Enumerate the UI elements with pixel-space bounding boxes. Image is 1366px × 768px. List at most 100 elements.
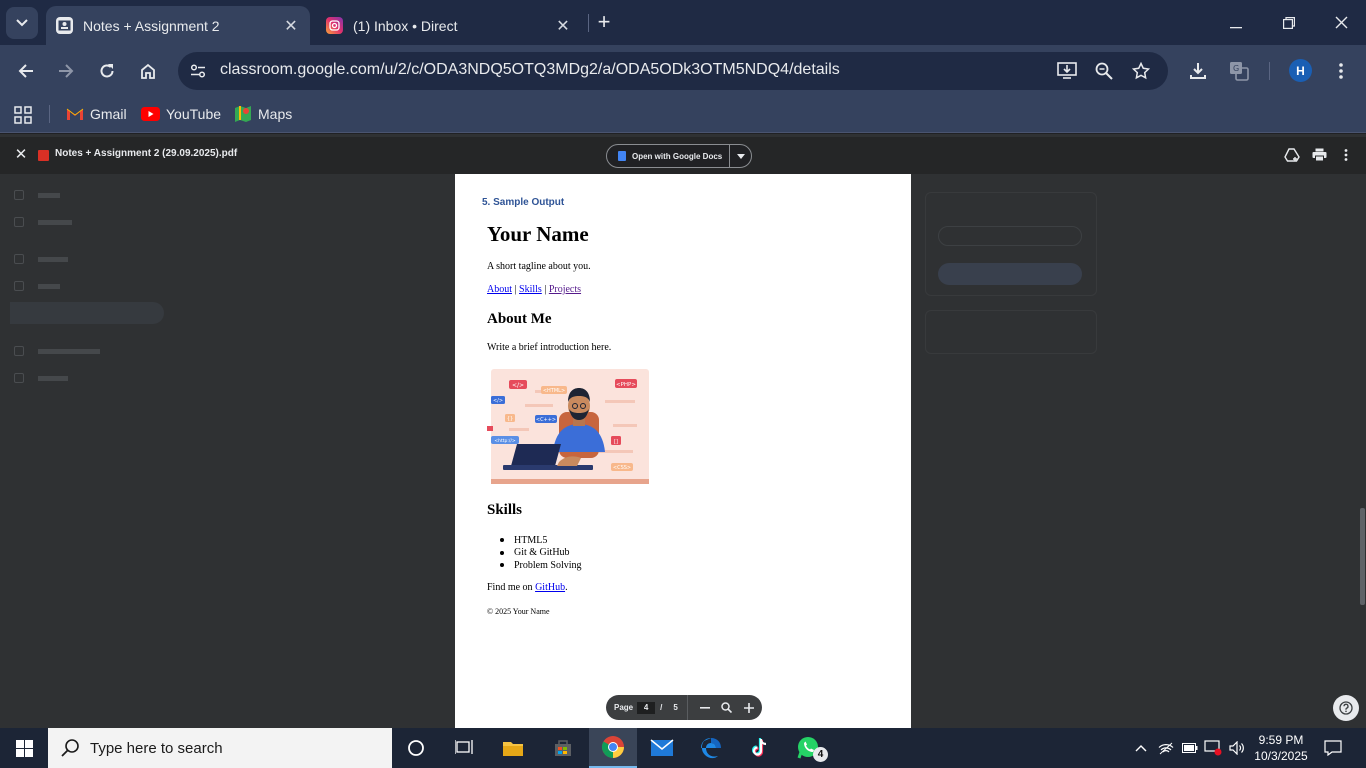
page-heading: Your Name <box>487 222 589 246</box>
file-explorer-icon[interactable] <box>489 728 537 768</box>
nav-separator: | <box>514 284 517 295</box>
chevron-down-icon <box>16 19 28 27</box>
current-page-input[interactable]: 4 <box>637 701 656 714</box>
bookmark-maps[interactable]: Maps <box>234 106 292 122</box>
skill-text: Git & GitHub <box>514 547 570 559</box>
skill-text: HTML5 <box>514 534 548 546</box>
tab-title: Notes + Assignment 2 <box>83 17 220 34</box>
site-info-icon[interactable] <box>186 60 210 82</box>
volume-icon[interactable] <box>1227 738 1247 758</box>
add-to-drive-icon[interactable] <box>1284 147 1300 163</box>
skills-heading: Skills <box>487 502 523 518</box>
tab-classroom[interactable]: Notes + Assignment 2 ✕ <box>46 6 310 45</box>
wifi-icon[interactable] <box>1156 738 1176 758</box>
zoom-icon[interactable] <box>1091 58 1117 84</box>
pdf-page: 5. Sample Output Your Name A short tagli… <box>455 174 911 728</box>
youtube-icon <box>141 107 160 121</box>
show-hidden-icons-chevron[interactable] <box>1131 738 1151 758</box>
close-tab-icon[interactable]: ✕ <box>554 16 572 36</box>
backdrop-card <box>925 310 1097 354</box>
task-view-icon[interactable] <box>440 728 488 768</box>
bookmark-label: Maps <box>258 106 293 122</box>
mail-icon[interactable] <box>638 728 686 768</box>
translate-icon[interactable]: G <box>1225 57 1253 85</box>
list-item: HTML5 <box>500 534 582 547</box>
zoom-in-icon[interactable] <box>738 697 760 719</box>
taskbar-search-box[interactable]: Type here to search <box>48 728 392 768</box>
link-projects[interactable]: Projects <box>549 284 581 295</box>
backdrop-nav-item <box>14 373 68 383</box>
bookmarks-bar: Gmail YouTube Maps <box>0 97 1366 133</box>
classroom-icon <box>56 17 73 34</box>
apps-grid-icon[interactable] <box>14 106 32 124</box>
link-about[interactable]: About <box>487 284 512 295</box>
bookmark-label: Gmail <box>90 106 127 122</box>
bookmark-gmail[interactable]: Gmail <box>66 106 127 122</box>
search-placeholder: Type here to search <box>90 739 223 757</box>
windows-start-icon[interactable] <box>0 728 48 768</box>
nav-links: About | Skills | Projects <box>487 284 581 295</box>
github-link[interactable]: GitHub <box>535 582 565 593</box>
total-pages: 5 <box>673 703 678 712</box>
help-icon[interactable] <box>1333 695 1359 721</box>
print-icon[interactable] <box>1311 147 1327 163</box>
reload-icon[interactable] <box>93 57 121 85</box>
svg-text:G: G <box>1233 64 1239 73</box>
skill-text: Problem Solving <box>514 559 582 571</box>
illustration-tag: <HTML> <box>543 388 565 394</box>
zoom-out-icon[interactable] <box>694 697 716 719</box>
new-tab-button[interactable]: + <box>594 11 614 35</box>
bookmark-label: YouTube <box>166 106 222 122</box>
downloads-icon[interactable] <box>1184 57 1212 85</box>
developer-illustration: </> <HTML> <PHP> </> <C++> <http://> {} … <box>487 369 649 484</box>
restore-icon[interactable] <box>1274 9 1304 37</box>
list-item: Problem Solving <box>500 559 582 572</box>
forward-icon[interactable] <box>52 57 80 85</box>
bullet-icon <box>500 550 504 555</box>
instagram-icon <box>326 17 343 34</box>
illustration-tag: <PHP> <box>616 382 636 388</box>
tab-title: (1) Inbox • Direct <box>353 17 458 34</box>
notification-center-icon[interactable] <box>1320 737 1346 759</box>
back-icon[interactable] <box>12 57 40 85</box>
bookmark-divider <box>49 105 50 123</box>
backdrop-nav-item <box>14 190 60 200</box>
scrollbar-thumb[interactable] <box>1360 508 1365 605</box>
home-icon[interactable] <box>134 57 162 85</box>
find-me-prefix: Find me on <box>487 582 533 593</box>
minimize-icon[interactable] <box>1221 9 1251 37</box>
address-bar[interactable]: classroom.google.com/u/2/c/ODA3NDQ5OTQ3M… <box>178 52 1168 90</box>
page-label: Page <box>614 703 634 712</box>
bookmark-star-icon[interactable] <box>1128 58 1154 84</box>
illustration-tag: </> <box>512 382 524 389</box>
close-viewer-icon[interactable]: ✕ <box>12 146 30 164</box>
close-tab-icon[interactable]: ✕ <box>282 16 300 36</box>
install-app-icon[interactable] <box>1054 58 1080 84</box>
backdrop-nav-item <box>14 217 72 227</box>
whatsapp-icon[interactable]: 4 <box>785 728 833 768</box>
pdf-filename: Notes + Assignment 2 (29.09.2025).pdf <box>55 148 238 159</box>
illustration-tag: {} <box>507 416 513 422</box>
open-with-dropdown[interactable] <box>729 144 751 168</box>
network-alert-icon[interactable] <box>1203 738 1223 758</box>
cortana-icon[interactable] <box>392 728 440 768</box>
system-clock[interactable]: 9:59 PM 10/3/2025 <box>1250 732 1312 764</box>
chrome-icon[interactable] <box>589 728 637 768</box>
open-with-google-docs-button[interactable]: Open with Google Docs <box>606 144 752 168</box>
tiktok-icon[interactable] <box>736 728 784 768</box>
battery-icon[interactable] <box>1180 738 1200 758</box>
whatsapp-badge: 4 <box>813 747 828 762</box>
profile-avatar[interactable]: H <box>1289 59 1312 82</box>
edge-icon[interactable] <box>687 728 735 768</box>
link-skills[interactable]: Skills <box>519 284 542 295</box>
tab-strip: Notes + Assignment 2 ✕ (1) Inbox • Direc… <box>0 0 1366 45</box>
zoom-fit-icon[interactable] <box>716 697 738 719</box>
tab-search-button[interactable] <box>6 7 38 39</box>
microsoft-store-icon[interactable] <box>539 728 587 768</box>
close-window-icon[interactable] <box>1326 9 1356 37</box>
illustration-tag: <CSS> <box>613 465 631 471</box>
more-options-icon[interactable] <box>1338 147 1354 163</box>
tab-instagram[interactable]: (1) Inbox • Direct ✕ <box>316 6 582 45</box>
bookmark-youtube[interactable]: YouTube <box>141 106 221 122</box>
menu-kebab-icon[interactable] <box>1327 57 1355 85</box>
